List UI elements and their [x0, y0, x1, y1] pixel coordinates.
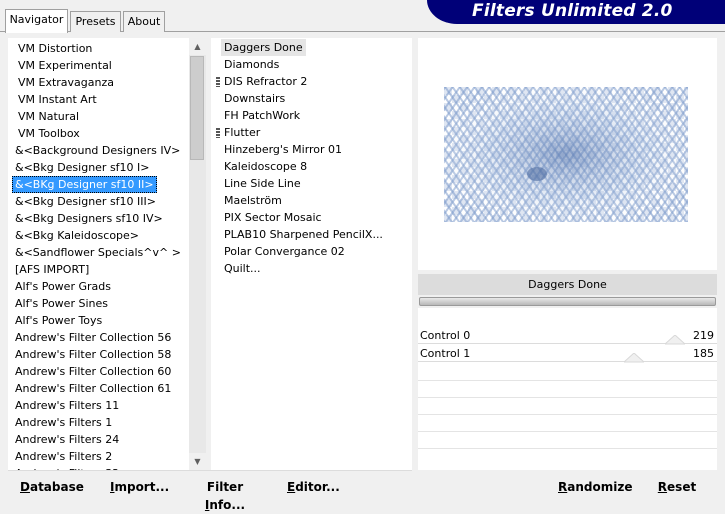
reset-button[interactable]: Reset — [656, 478, 698, 496]
tab-navigator[interactable]: Navigator — [5, 9, 68, 33]
category-item[interactable]: [AFS IMPORT] — [12, 261, 92, 278]
category-item[interactable]: VM Extravaganza — [15, 74, 117, 91]
filter-marker-icon — [216, 77, 220, 87]
empty-control-separator — [418, 414, 717, 415]
filter-item[interactable]: Kaleidoscope 8 — [221, 158, 310, 175]
scrollbar-thumb[interactable] — [190, 56, 204, 160]
category-item[interactable]: Alf's Power Sines — [12, 295, 111, 312]
empty-control-separator — [418, 380, 717, 381]
category-item[interactable]: VM Toolbox — [15, 125, 83, 142]
filter-item[interactable]: Hinzeberg's Mirror 01 — [221, 141, 345, 158]
filter-item[interactable]: Diamonds — [221, 56, 282, 73]
category-item[interactable]: Alf's Power Grads — [12, 278, 114, 295]
category-item[interactable]: &<Bkg Designers sf10 IV> — [12, 210, 166, 227]
category-item[interactable]: &<Bkg Designer sf10 I> — [12, 159, 153, 176]
category-item[interactable]: Andrew's Filter Collection 56 — [12, 329, 174, 346]
filter-info-button[interactable]: Filter Info... — [190, 478, 260, 512]
app-title: Filters Unlimited 2.0 — [472, 1, 673, 21]
empty-control-separator — [418, 448, 717, 449]
category-item[interactable]: Andrew's Filter Collection 58 — [12, 346, 174, 363]
category-item[interactable]: Andrew's Filters 1 — [12, 414, 115, 431]
filter-marker-icon — [216, 128, 220, 138]
category-item[interactable]: Alf's Power Toys — [12, 312, 105, 329]
filter-item[interactable]: Maelström — [221, 192, 285, 209]
scroll-down-arrow-icon[interactable]: ▼ — [189, 453, 206, 470]
category-item[interactable]: Andrew's Filter Collection 61 — [12, 380, 174, 397]
category-item[interactable]: &<Bkg Designer sf10 III> — [12, 193, 159, 210]
filter-item[interactable]: PLAB10 Sharpened PencilX... — [221, 226, 386, 243]
bottom-divider — [8, 470, 412, 471]
filter-item[interactable]: Daggers Done — [221, 39, 306, 56]
editor-button[interactable]: Editor... — [287, 478, 340, 496]
category-item[interactable]: &<Bkg Kaleidoscope> — [12, 227, 142, 244]
control-0-value: 219 — [693, 329, 714, 342]
randomize-button[interactable]: Randomize — [558, 478, 632, 496]
category-item[interactable]: Andrew's Filters 2 — [12, 448, 115, 465]
category-item[interactable]: &<Background Designers IV> — [12, 142, 183, 159]
filter-item[interactable]: Flutter — [221, 124, 263, 141]
control-1-slider[interactable]: Control 1 185 — [418, 345, 717, 362]
progress-bar — [419, 297, 716, 306]
category-item[interactable]: VM Experimental — [15, 57, 115, 74]
filter-item[interactable]: FH PatchWork — [221, 107, 303, 124]
category-item[interactable]: Andrew's Filters 24 — [12, 431, 122, 448]
control-1-value: 185 — [693, 347, 714, 360]
import-button[interactable]: Import... — [110, 478, 169, 496]
control-1-track[interactable] — [418, 361, 717, 362]
category-item[interactable]: &<BKg Designer sf10 II> — [12, 176, 157, 193]
filter-item[interactable]: Polar Convergance 02 — [221, 243, 348, 260]
database-button[interactable]: Database — [20, 478, 84, 496]
empty-control-separator — [418, 397, 717, 398]
filter-item[interactable]: PIX Sector Mosaic — [221, 209, 325, 226]
tab-presets[interactable]: Presets — [70, 11, 121, 32]
filter-item[interactable]: Downstairs — [221, 90, 288, 107]
filter-item[interactable]: DIS Refractor 2 — [221, 73, 310, 90]
control-0-thumb-icon[interactable] — [665, 335, 685, 345]
category-scrollbar[interactable]: ▲ ▼ — [189, 38, 206, 470]
tab-about[interactable]: About — [123, 11, 165, 32]
category-item[interactable]: VM Instant Art — [15, 91, 100, 108]
control-1-thumb-icon[interactable] — [624, 353, 644, 363]
preview-image — [444, 87, 688, 222]
selected-filter-name: Daggers Done — [418, 274, 717, 295]
category-item[interactable]: VM Distortion — [15, 40, 95, 57]
filter-item[interactable]: Quilt... — [221, 260, 264, 277]
filter-item[interactable]: Line Side Line — [221, 175, 304, 192]
category-item[interactable]: Andrew's Filter Collection 60 — [12, 363, 174, 380]
control-0-label: Control 0 — [420, 329, 471, 342]
scroll-up-arrow-icon[interactable]: ▲ — [189, 38, 206, 55]
control-1-label: Control 1 — [420, 347, 471, 360]
category-item[interactable]: &<Sandflower Specials^v^ > — [12, 244, 184, 261]
empty-control-separator — [418, 431, 717, 432]
category-item[interactable]: Andrew's Filters 11 — [12, 397, 122, 414]
category-item[interactable]: VM Natural — [15, 108, 82, 125]
